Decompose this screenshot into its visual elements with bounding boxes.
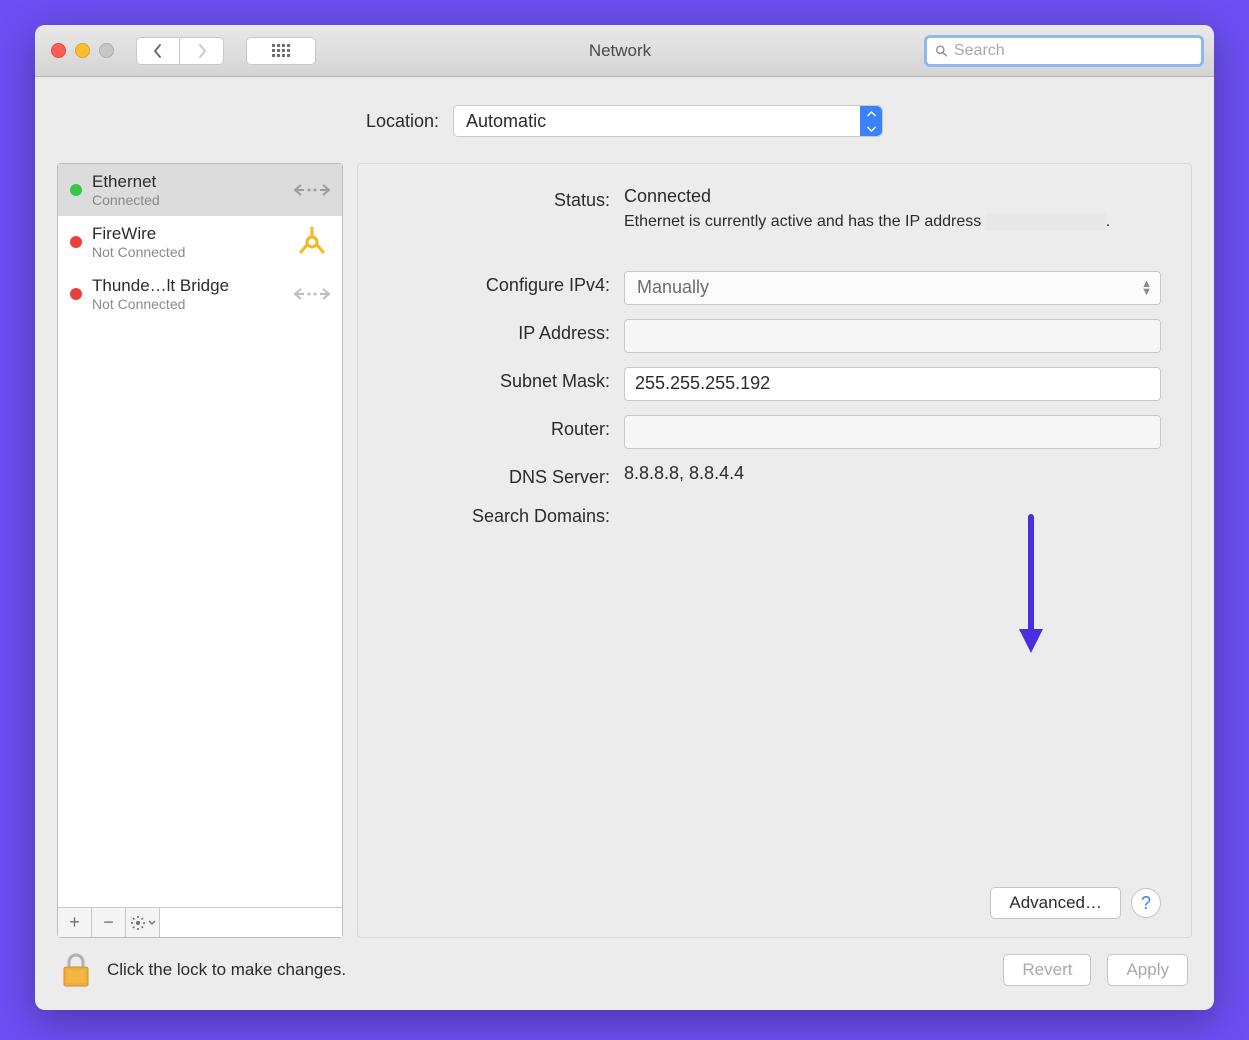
ip-address-label: IP Address: (388, 319, 624, 344)
minus-icon: − (103, 912, 114, 933)
service-status: Connected (92, 192, 282, 208)
subnet-row: Subnet Mask: (388, 367, 1161, 401)
forward-button[interactable] (180, 37, 224, 65)
location-label: Location: (366, 111, 439, 132)
router-row: Router: (388, 415, 1161, 449)
search-input[interactable] (954, 42, 1193, 60)
help-icon: ? (1141, 893, 1151, 914)
dns-label: DNS Server: (388, 463, 624, 488)
chevron-down-icon (148, 920, 156, 926)
status-description: Ethernet is currently active and has the… (624, 211, 1161, 233)
ip-address-row: IP Address: (388, 319, 1161, 353)
plus-icon: + (69, 912, 80, 933)
status-dot-icon (70, 288, 82, 300)
chevron-right-icon (196, 43, 208, 59)
apply-button[interactable]: Apply (1107, 954, 1188, 986)
location-row: Location: Automatic (57, 77, 1192, 163)
add-service-button[interactable]: + (58, 908, 92, 937)
help-button[interactable]: ? (1131, 888, 1161, 918)
service-name: Ethernet (92, 172, 282, 192)
nav-buttons (136, 37, 224, 65)
window-body: Location: Automatic Ethernet Connected (35, 77, 1214, 1010)
service-item-ethernet[interactable]: Ethernet Connected (58, 164, 342, 216)
subnet-input[interactable] (624, 367, 1161, 401)
firewire-icon (292, 225, 332, 259)
ip-address-input[interactable] (624, 319, 1161, 353)
location-select[interactable]: Automatic (453, 105, 883, 137)
service-item-thunderbolt[interactable]: Thunde…lt Bridge Not Connected (58, 268, 342, 320)
service-status: Not Connected (92, 296, 282, 312)
lock-message: Click the lock to make changes. (107, 960, 987, 980)
main-row: Ethernet Connected FireWire Not Connecte… (57, 163, 1192, 938)
service-list-scroll[interactable]: Ethernet Connected FireWire Not Connecte… (58, 164, 342, 907)
dns-value: 8.8.8.8, 8.8.4.4 (624, 463, 1161, 484)
status-dot-icon (70, 236, 82, 248)
service-name: FireWire (92, 224, 282, 244)
router-input[interactable] (624, 415, 1161, 449)
redacted-ip (986, 213, 1106, 231)
configure-ipv4-row: Configure IPv4: Manually ▲▼ (388, 271, 1161, 305)
minimize-button[interactable] (75, 43, 90, 58)
close-button[interactable] (51, 43, 66, 58)
ethernet-icon (292, 173, 332, 207)
window-title: Network (324, 41, 916, 61)
show-all-button[interactable] (246, 37, 316, 65)
location-value: Automatic (466, 111, 546, 132)
status-row: Status: Connected Ethernet is currently … (388, 186, 1161, 233)
back-button[interactable] (136, 37, 180, 65)
search-field[interactable] (924, 35, 1204, 67)
lock-icon[interactable] (61, 952, 91, 988)
router-label: Router: (388, 415, 624, 440)
titlebar: Network (35, 25, 1214, 77)
footer: Click the lock to make changes. Revert A… (57, 938, 1192, 992)
status-label: Status: (388, 186, 624, 211)
detail-pane: Status: Connected Ethernet is currently … (357, 163, 1192, 938)
service-item-firewire[interactable]: FireWire Not Connected (58, 216, 342, 268)
dns-row: DNS Server: 8.8.8.8, 8.8.4.4 (388, 463, 1161, 488)
annotation-arrow-icon (1011, 511, 1051, 661)
stepper-icon (860, 106, 882, 136)
revert-button[interactable]: Revert (1003, 954, 1091, 986)
ethernet-icon (292, 277, 332, 311)
status-dot-icon (70, 184, 82, 196)
service-list: Ethernet Connected FireWire Not Connecte… (57, 163, 343, 938)
remove-service-button[interactable]: − (92, 908, 126, 937)
search-domains-label: Search Domains: (388, 502, 624, 527)
service-name: Thunde…lt Bridge (92, 276, 282, 296)
gear-icon (130, 915, 146, 931)
sidebar-footer: + − (58, 907, 342, 937)
grid-icon (272, 44, 290, 57)
configure-ipv4-label: Configure IPv4: (388, 271, 624, 296)
traffic-lights (45, 43, 114, 58)
status-value: Connected (624, 186, 1161, 207)
subnet-label: Subnet Mask: (388, 367, 624, 392)
zoom-button (99, 43, 114, 58)
search-icon (935, 44, 948, 58)
service-status: Not Connected (92, 244, 282, 260)
advanced-button[interactable]: Advanced… (990, 887, 1121, 919)
network-prefs-window: Network Location: Automatic (35, 25, 1214, 1010)
configure-ipv4-select[interactable]: Manually ▲▼ (624, 271, 1161, 305)
updown-icon: ▲▼ (1141, 280, 1152, 296)
service-actions-button[interactable] (126, 908, 160, 937)
advanced-row: Advanced… ? (388, 887, 1161, 919)
chevron-left-icon (152, 43, 164, 59)
